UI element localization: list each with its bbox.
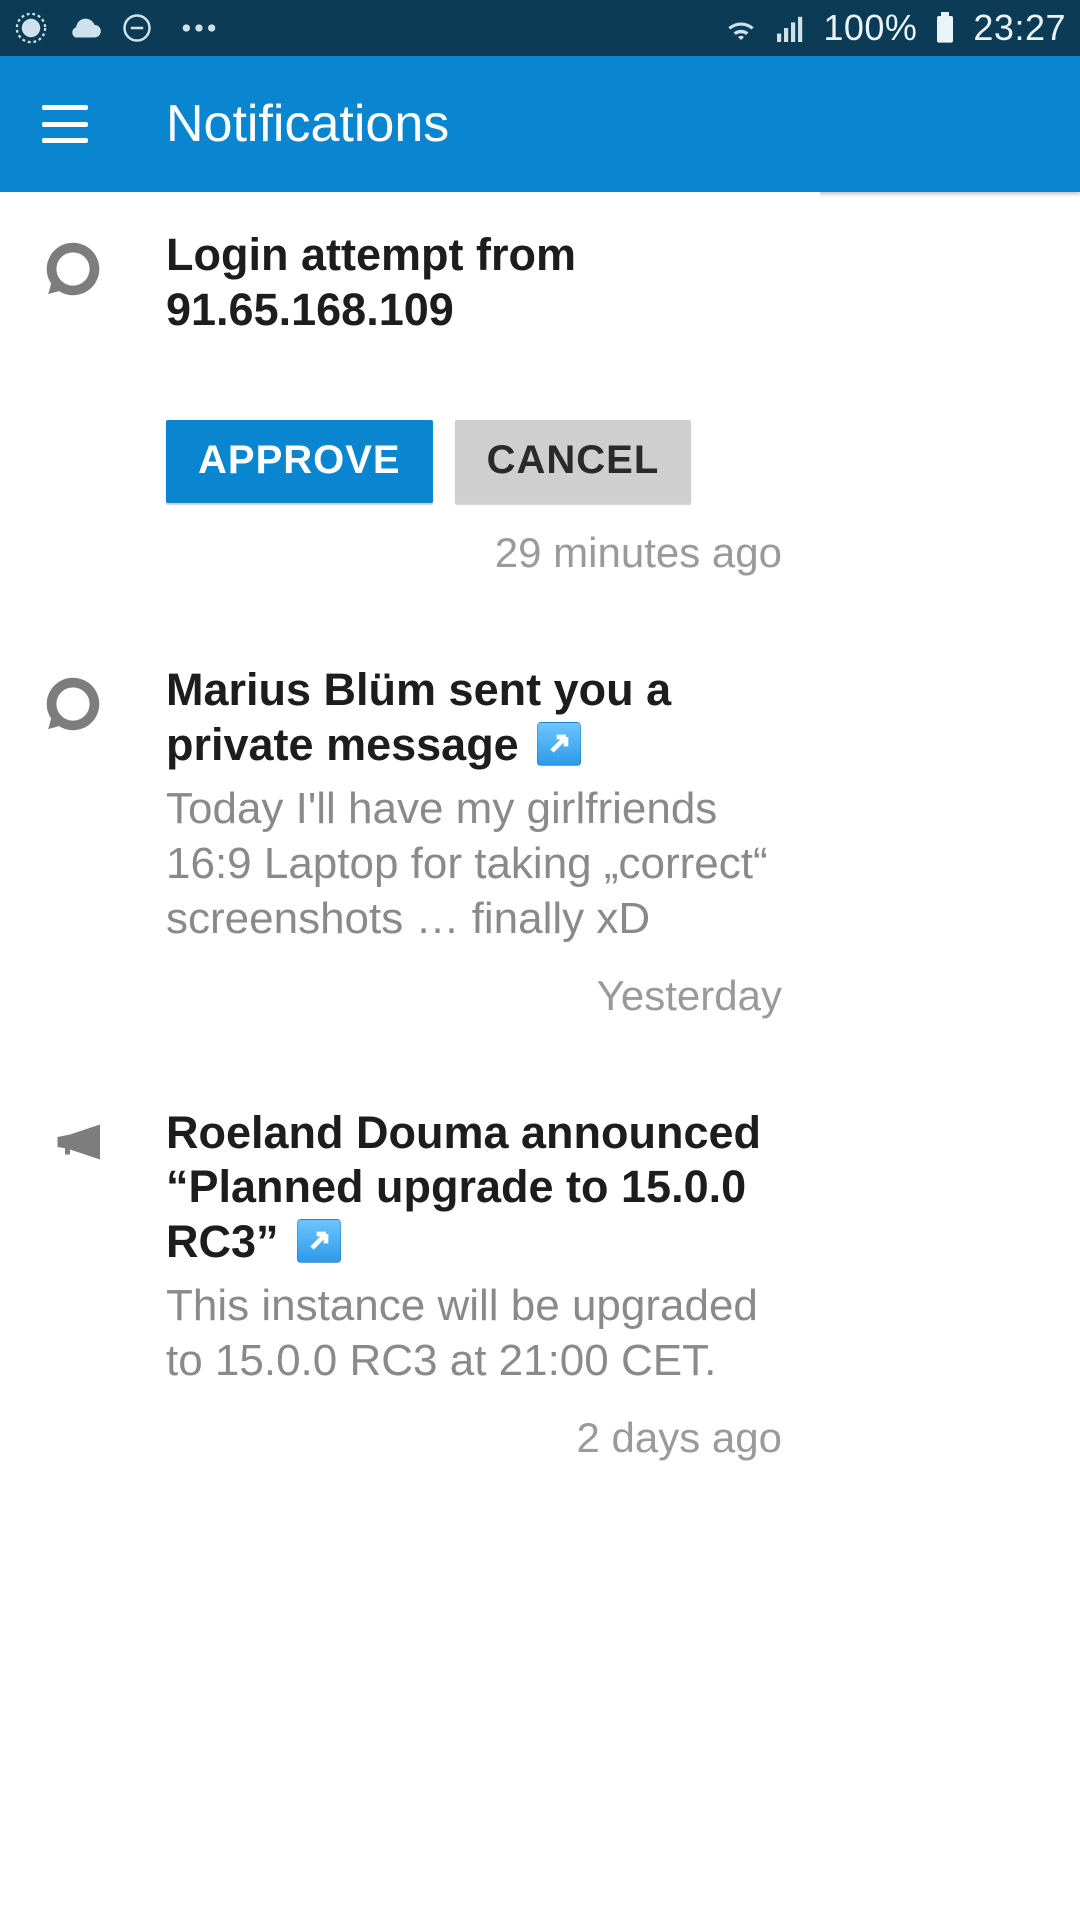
notification-title: Marius Blüm sent you a private message bbox=[166, 663, 782, 773]
external-link-icon bbox=[537, 722, 581, 766]
cell-signal-icon bbox=[777, 14, 805, 42]
battery-icon bbox=[935, 12, 955, 44]
notification-snippet: This instance will be upgraded to 15.0.0… bbox=[166, 1278, 782, 1388]
menu-icon[interactable] bbox=[42, 105, 88, 143]
notification-title: Login attempt from 91.65.168.109 bbox=[166, 228, 782, 338]
approve-button[interactable]: APPROVE bbox=[166, 420, 433, 503]
notification-time: 29 minutes ago bbox=[166, 529, 782, 577]
notification-item[interactable]: Roeland Douma announced “Planned upgrade… bbox=[0, 1080, 820, 1523]
bubble-icon bbox=[38, 291, 108, 308]
app-bar: Notifications bbox=[0, 56, 1080, 192]
notification-item[interactable]: Marius Blüm sent you a private message T… bbox=[0, 637, 820, 1080]
notification-time: 2 days ago bbox=[166, 1414, 782, 1462]
cloud-icon bbox=[66, 15, 104, 41]
signal-app-icon bbox=[14, 11, 48, 45]
battery-pct: 100% bbox=[823, 7, 917, 49]
page-title: Notifications bbox=[166, 94, 449, 154]
notification-item[interactable]: Login attempt from 91.65.168.109 APPROVE… bbox=[0, 202, 820, 637]
megaphone-icon bbox=[38, 1159, 122, 1176]
wifi-icon bbox=[723, 13, 759, 43]
clock: 23:27 bbox=[973, 7, 1066, 49]
cancel-button[interactable]: CANCEL bbox=[455, 420, 692, 503]
android-status-bar: 100% 23:27 bbox=[0, 0, 1080, 56]
notification-list: Login attempt from 91.65.168.109 APPROVE… bbox=[0, 192, 820, 1522]
external-link-icon bbox=[297, 1219, 341, 1263]
notification-snippet: Today I'll have my girlfriends 16:9 Lapt… bbox=[166, 781, 782, 946]
overflow-dots-icon bbox=[180, 21, 218, 35]
action-row: APPROVE CANCEL bbox=[166, 420, 782, 503]
dnd-icon bbox=[122, 13, 152, 43]
notification-title: Roeland Douma announced “Planned upgrade… bbox=[166, 1106, 782, 1271]
notification-time: Yesterday bbox=[166, 972, 782, 1020]
bubble-icon bbox=[38, 726, 108, 743]
